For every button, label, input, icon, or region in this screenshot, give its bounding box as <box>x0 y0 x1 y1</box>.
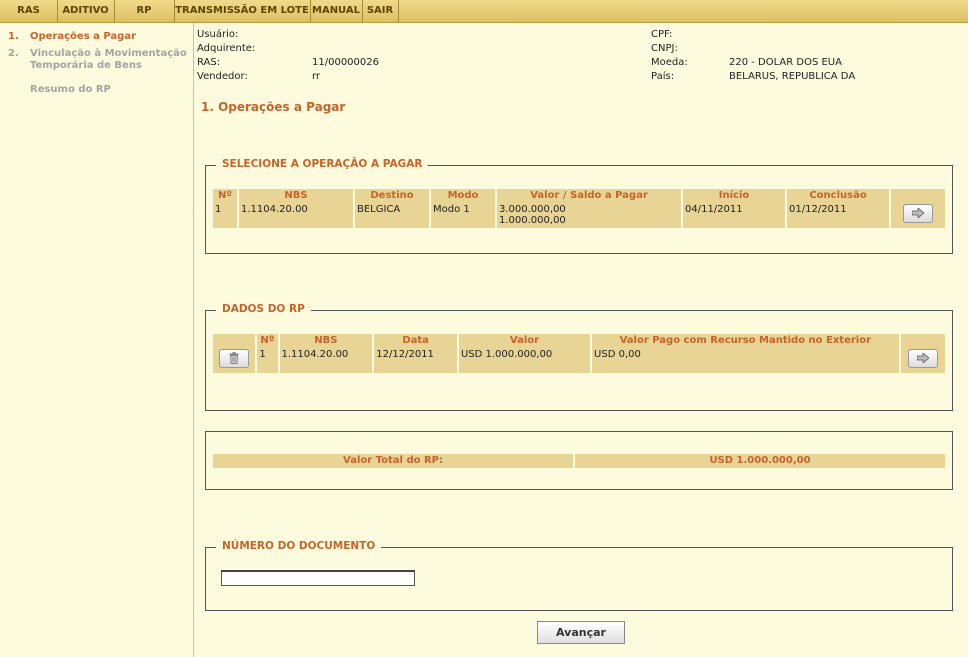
sidebar-step-operacoes[interactable]: 1. Operações a Pagar <box>8 31 136 42</box>
ras-value: 11/00000026 <box>312 57 379 68</box>
moeda-label: Moeda: <box>651 57 688 68</box>
step-number: 2. <box>8 48 19 59</box>
vendedor-value: rr <box>312 71 321 82</box>
delete-button[interactable] <box>219 349 250 368</box>
cell-num: 1 <box>213 202 237 228</box>
col-num: Nº <box>257 334 278 347</box>
col-valor-pago: Valor Pago com Recurso Mantido no Exteri… <box>592 334 899 347</box>
cpf-label: CPF: <box>651 29 673 40</box>
cell-action <box>900 347 945 373</box>
pais-label: País: <box>651 71 675 82</box>
step-label: Vinculação à Movimentação Temporária de … <box>30 48 187 71</box>
rp-legend: DADOS DO RP <box>216 303 311 315</box>
advance-button[interactable]: Avançar <box>537 621 625 644</box>
menu-sair[interactable]: SAIR <box>362 0 399 22</box>
cell-conclusao: 01/12/2011 <box>787 202 889 228</box>
cell-valor: USD 1.000.000,00 <box>458 347 591 373</box>
rp-table: Nº NBS Data Valor Valor Pago com Recurso… <box>211 334 947 373</box>
cell-valor-pago: USD 0,00 <box>592 347 899 373</box>
cell-valor-saldo: 3.000.000,00 1.000.000,00 <box>497 202 681 228</box>
table-row: 1 1.1104.20.00 12/12/2011 USD 1.000.000,… <box>213 347 945 373</box>
cell-data: 12/12/2011 <box>374 347 457 373</box>
moeda-value: 220 - DOLAR DOS EUA <box>729 57 842 68</box>
cell-modo: Modo 1 <box>431 202 495 228</box>
col-action <box>891 189 945 202</box>
cell-saldo: 1.000.000,00 <box>499 215 566 226</box>
col-conclusao: Conclusão <box>787 189 889 202</box>
document-legend: NÚMERO DO DOCUMENTO <box>216 540 382 552</box>
col-nbs: NBS <box>239 189 353 202</box>
arrow-right-icon <box>916 353 929 363</box>
cell-destino: BELGICA <box>355 202 429 228</box>
menu-rp[interactable]: RP <box>114 0 175 22</box>
col-action <box>900 334 945 347</box>
menu-manual[interactable]: MANUAL <box>310 0 363 22</box>
col-delete <box>213 334 256 347</box>
usuario-label: Usuário: <box>197 29 239 40</box>
cell-delete <box>213 347 256 373</box>
operations-header-row: Nº NBS Destino Modo Valor / Saldo a Paga… <box>213 189 945 202</box>
adquirente-label: Adquirente: <box>197 43 256 54</box>
step-label: Resumo do RP <box>30 84 111 95</box>
select-operation-button[interactable] <box>903 204 933 223</box>
table-row: 1 1.1104.20.00 BELGICA Modo 1 3.000.000,… <box>213 202 945 228</box>
top-menu-bar: RAS ADITIVO RP TRANSMISSÃO EM LOTE MANUA… <box>0 0 968 23</box>
col-destino: Destino <box>355 189 429 202</box>
main-content: Usuário: Adquirente: RAS: 11/00000026 Ve… <box>194 23 968 657</box>
vendedor-label: Vendedor: <box>197 71 248 82</box>
rp-detail-button[interactable] <box>907 349 938 368</box>
cell-nbs: 1.1104.20.00 <box>279 347 373 373</box>
cell-valor: 3.000.000,00 <box>499 204 566 215</box>
total-value: USD 1.000.000,00 <box>575 454 945 468</box>
document-fieldset: NÚMERO DO DOCUMENTO <box>205 540 953 611</box>
page-title: 1. Operações a Pagar <box>201 100 346 114</box>
operations-fieldset: SELECIONE A OPERAÇÃO A PAGAR Nº NBS Dest… <box>205 158 953 254</box>
col-valor: Valor <box>458 334 591 347</box>
sidebar-step-vinculacao[interactable]: 2. Vinculação à Movimentação Temporária … <box>8 48 187 71</box>
cell-action <box>891 202 945 228</box>
menu-ras[interactable]: RAS <box>0 0 58 22</box>
col-inicio: Início <box>683 189 785 202</box>
rp-header-row: Nº NBS Data Valor Valor Pago com Recurso… <box>213 334 945 347</box>
pais-value: BELARUS, REPUBLICA DA <box>729 71 856 82</box>
trash-icon <box>229 352 239 364</box>
col-num: Nº <box>213 189 237 202</box>
document-number-input[interactable] <box>221 570 415 586</box>
col-data: Data <box>374 334 457 347</box>
step-number: 1. <box>8 31 19 42</box>
total-label: Valor Total do RP: <box>213 454 573 468</box>
operations-legend: SELECIONE A OPERAÇÃO A PAGAR <box>216 158 429 170</box>
ras-label: RAS: <box>197 57 221 68</box>
total-fieldset: Valor Total do RP: USD 1.000.000,00 <box>205 431 953 490</box>
cell-num: 1 <box>257 347 278 373</box>
cell-inicio: 04/11/2011 <box>683 202 785 228</box>
rp-fieldset: DADOS DO RP Nº NBS Data Valor Valor Pago… <box>205 303 953 411</box>
step-label: Operações a Pagar <box>30 31 137 42</box>
cnpj-label: CNPJ: <box>651 43 678 54</box>
menu-transmissao-em-lote[interactable]: TRANSMISSÃO EM LOTE <box>174 0 311 22</box>
operations-table: Nº NBS Destino Modo Valor / Saldo a Paga… <box>211 189 947 228</box>
col-valor-saldo: Valor / Saldo a Pagar <box>497 189 681 202</box>
arrow-right-icon <box>912 208 924 218</box>
col-modo: Modo <box>431 189 495 202</box>
cell-nbs: 1.1104.20.00 <box>239 202 353 228</box>
menu-aditivo[interactable]: ADITIVO <box>57 0 115 22</box>
sidebar: 1. Operações a Pagar 2. Vinculação à Mov… <box>0 23 194 657</box>
col-nbs: NBS <box>279 334 373 347</box>
